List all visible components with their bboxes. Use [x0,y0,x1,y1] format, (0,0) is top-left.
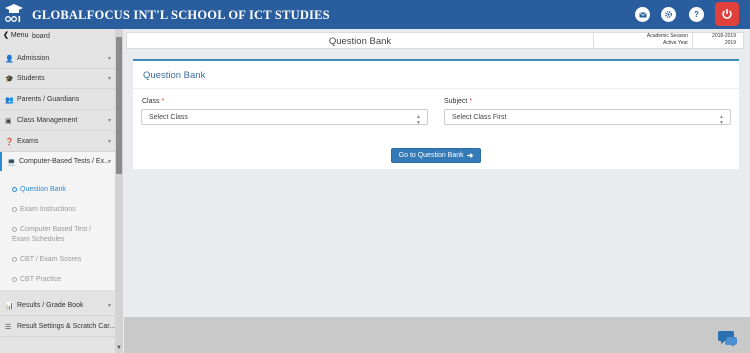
cbt-submenu: Question Bank Exam Instructions Computer… [0,171,115,290]
footer [124,317,750,353]
circle-icon [12,257,17,262]
graduation-cap-icon: 🎓 [5,75,14,83]
top-navbar: GLOBALFOCUS INT'L SCHOOL OF ICT STUDIES … [0,0,750,29]
circle-icon [12,277,17,282]
chevron-down-icon: ▾ [107,118,111,124]
circle-icon [12,227,17,232]
sidebar-item-result-settings[interactable]: ☰ Result Settings & Scratch Car... [0,317,115,337]
power-button[interactable] [715,2,739,26]
class-select[interactable]: Select Class ▲ ▼ [141,109,428,126]
chevron-down-icon: ▾ [107,56,111,62]
chevron-down-icon: ▾ [107,159,111,165]
submenu-cbt-scores[interactable]: CBT / Exam Scores [12,255,81,265]
sidebar-item-exams[interactable]: ❓ Exams ▾ [0,132,115,152]
session-label: Academic Session [646,33,688,39]
select-arrow-icon: ▲ ▼ [719,114,724,126]
session-value: 2018-2019 [692,33,740,40]
school-logo-icon [5,4,23,22]
arrow-right-icon: ➜ [466,151,474,160]
sliders-icon: ☰ [5,323,12,331]
chalkboard-icon: ▣ [5,117,12,125]
menu-sublabel: board [32,33,50,40]
circle-icon [12,207,17,212]
sidebar-item-parents[interactable]: 👥 Parents / Guardians [0,90,115,110]
page-title-bar: Question Bank Academic Session 2018-2019… [126,32,744,49]
sidebar: ❮ Menu board 👤 Admission ▾ 🎓 Students ▾ … [0,29,115,353]
chevron-down-icon: ▾ [107,303,111,309]
class-label: Class * [142,98,165,105]
go-to-question-bank-button[interactable]: Go to Question Bank ➜ [391,148,481,163]
power-icon [722,9,732,19]
divider [133,88,739,89]
year-label: Active Year [662,40,688,46]
sidebar-item-class-management[interactable]: ▣ Class Management ▾ [0,111,115,131]
submenu-cbt-practice[interactable]: CBT Practice [12,275,61,285]
circle-icon [12,187,17,192]
sidebar-item-students[interactable]: 🎓 Students ▾ [0,69,115,89]
submenu-question-bank[interactable]: Question Bank [12,185,66,195]
chevron-down-icon: ▾ [107,76,111,82]
panel-title: Question Bank [143,70,206,81]
chevron-left-icon: ❮ [3,32,9,39]
sidebar-scrollbar-thumb[interactable] [116,37,122,174]
question-circle-icon: ❓ [5,138,14,146]
sidebar-item-results[interactable]: 📊 Results / Grade Book ▾ [0,296,115,316]
submenu-exam-instructions[interactable]: Exam Instructions [12,205,76,215]
chevron-down-icon: ▾ [107,139,111,145]
mail-icon[interactable] [635,7,650,22]
select-arrow-icon: ▲ ▼ [416,114,421,126]
page-title: Question Bank [328,36,392,47]
session-info: Academic Session 2018-2019 Active Year 2… [593,33,745,48]
subject-select[interactable]: Select Class First ▲ ▼ [444,109,731,126]
help-icon[interactable]: ? [689,7,704,22]
submenu-exam-schedules[interactable]: Computer Based Test / Exam Schedules [12,225,91,245]
chat-icon[interactable] [718,329,738,347]
settings-icon[interactable] [661,7,676,22]
menu-toggle[interactable]: ❮ Menu [3,29,28,41]
users-icon: 👥 [5,96,14,104]
sidebar-item-admission[interactable]: 👤 Admission ▾ [0,49,115,69]
bar-chart-icon: 📊 [5,302,14,310]
school-name: GLOBALFOCUS INT'L SCHOOL OF ICT STUDIES [32,8,330,22]
subject-label: Subject * [444,98,473,105]
laptop-icon: 💻 [7,158,16,166]
scroll-down-icon[interactable]: ▼ [116,345,122,351]
sidebar-item-cbt[interactable]: 💻 Computer-Based Tests / Ex... ▾ [0,152,115,172]
question-bank-panel: Question Bank Class * Select Class ▲ ▼ Su… [133,59,739,169]
year-value: 2019 [692,40,740,47]
user-plus-icon: 👤 [5,55,14,63]
